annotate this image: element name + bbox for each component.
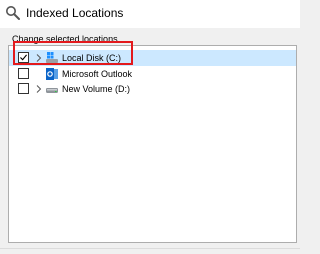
title-bar: Indexed Locations [0,0,300,28]
checkbox-new-volume[interactable] [18,83,29,94]
chevron-right-icon[interactable] [35,84,43,94]
tree-item-label: New Volume (D:) [62,84,131,94]
search-icon [5,5,21,21]
tree-item-label: Microsoft Outlook [62,69,133,79]
window-title: Indexed Locations [26,6,124,20]
checkbox-microsoft-outlook[interactable] [18,68,29,79]
tree-item-microsoft-outlook[interactable]: Microsoft Outlook [9,66,296,82]
drive-icon [46,83,58,95]
divider [0,248,300,249]
indexed-locations-dialog: Indexed Locations Change selected locati… [0,0,300,254]
locations-tree[interactable]: Local Disk (C:) Microsoft Outlook New Vo… [8,45,297,243]
tree-item-new-volume[interactable]: New Volume (D:) [9,81,296,97]
outlook-icon [46,68,58,80]
highlight-box [13,41,133,65]
